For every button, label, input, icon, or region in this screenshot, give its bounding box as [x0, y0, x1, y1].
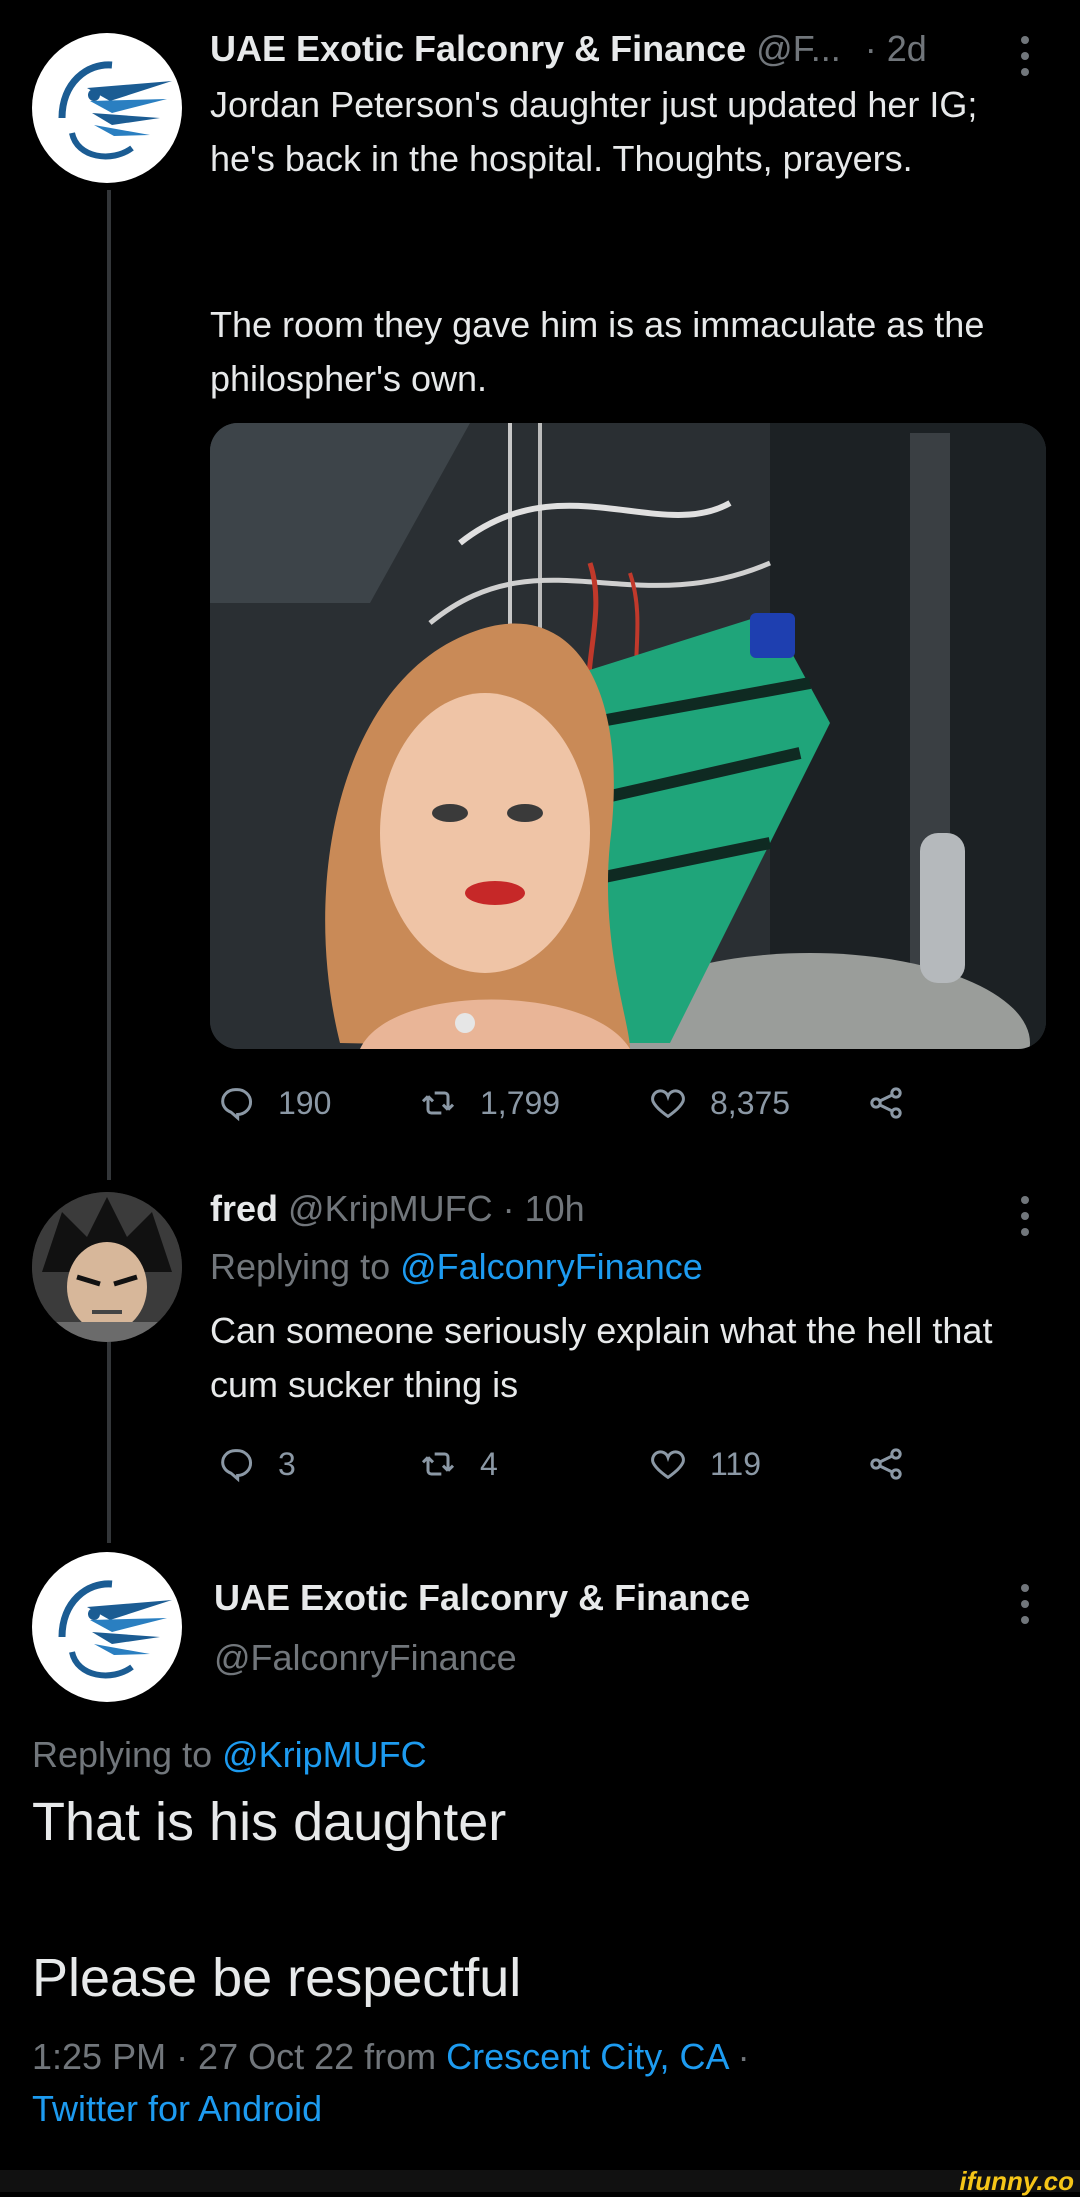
like-count: 119 [710, 1445, 762, 1482]
more-dots-icon[interactable] [1019, 1196, 1031, 1236]
heart-icon [651, 1089, 685, 1119]
reply-button[interactable]: 3 [216, 1444, 296, 1484]
replying-to: Replying to @KripMUFC [32, 1730, 427, 1780]
display-name[interactable]: fred [210, 1188, 278, 1229]
tweet-text: Jordan Peterson's daughter just updated … [210, 84, 988, 179]
tweet-1-header: UAE Exotic Falconry & Finance @F... · 2d [210, 24, 927, 74]
like-button[interactable]: 8,375 [648, 1083, 790, 1123]
tweet-text-line-2: Please be respectful [32, 1948, 522, 2008]
anime-avatar-image [32, 1192, 182, 1342]
retweet-icon [421, 1091, 455, 1115]
avatar[interactable] [32, 1552, 182, 1702]
avatar[interactable] [32, 33, 182, 183]
reply-icon [221, 1088, 253, 1122]
tweet-text: The room they gave him is as immaculate … [210, 304, 995, 399]
tweet-photo[interactable] [210, 423, 1046, 1049]
like-count: 8,375 [710, 1084, 791, 1121]
reply-count: 3 [278, 1445, 296, 1482]
reply-count: 190 [278, 1084, 332, 1121]
watermark: ifunny.co [959, 2166, 1074, 2196]
retweet-count: 4 [480, 1445, 498, 1482]
retweet-count: 1,799 [480, 1084, 561, 1121]
tweet-text-line-1: That is his daughter [32, 1792, 507, 1852]
location-link[interactable]: Crescent City, CA [446, 2036, 727, 2077]
handle[interactable]: @F... [756, 28, 841, 69]
falcon-logo-icon [58, 1580, 172, 1679]
meta-separator: · [727, 2036, 750, 2077]
tweet-text: Can someone seriously explain what the h… [210, 1310, 1003, 1405]
heart-icon [651, 1450, 685, 1480]
replying-to-handle[interactable]: @FalconryFinance [400, 1246, 703, 1287]
avatar[interactable] [32, 1192, 182, 1342]
retweet-button[interactable]: 4 [418, 1444, 498, 1484]
timestamp[interactable]: 1:25 PM · 27 Oct 22 from [32, 2036, 446, 2077]
tweet-meta: 1:25 PM · 27 Oct 22 from Crescent City, … [32, 2032, 750, 2082]
share-icon [870, 1448, 902, 1480]
timestamp[interactable]: · 2d [865, 28, 927, 69]
more-dots-icon[interactable] [1019, 1584, 1031, 1624]
hospital-room-photo [210, 423, 1046, 1049]
client-link[interactable]: Twitter for Android [32, 2084, 322, 2134]
share-button[interactable] [866, 1083, 906, 1123]
reply-button[interactable]: 190 [216, 1083, 331, 1123]
retweet-button[interactable]: 1,799 [418, 1083, 560, 1123]
replying-to-label: Replying to [210, 1246, 401, 1287]
replying-to: Replying to @FalconryFinance [210, 1242, 703, 1292]
falcon-logo-icon [58, 61, 172, 160]
thread-line-1 [107, 190, 111, 1180]
replying-to-handle[interactable]: @KripMUFC [222, 1734, 427, 1775]
more-dots-icon[interactable] [1019, 36, 1031, 76]
reply-icon [221, 1449, 253, 1483]
replying-to-label: Replying to [32, 1734, 223, 1775]
share-icon [870, 1087, 902, 1119]
like-button[interactable]: 119 [648, 1444, 761, 1484]
tweet-2-header: fred @KripMUFC · 10h [210, 1184, 585, 1234]
display-name[interactable]: UAE Exotic Falconry & Finance [214, 1573, 750, 1623]
handle[interactable]: @KripMUFC · 10h [288, 1188, 585, 1229]
share-button[interactable] [866, 1444, 906, 1484]
retweet-icon [421, 1452, 455, 1476]
footer-bar [0, 2170, 1080, 2192]
thread-line-2 [107, 1318, 111, 1543]
handle[interactable]: @FalconryFinance [214, 1633, 517, 1683]
display-name[interactable]: UAE Exotic Falconry & Finance [210, 28, 746, 69]
